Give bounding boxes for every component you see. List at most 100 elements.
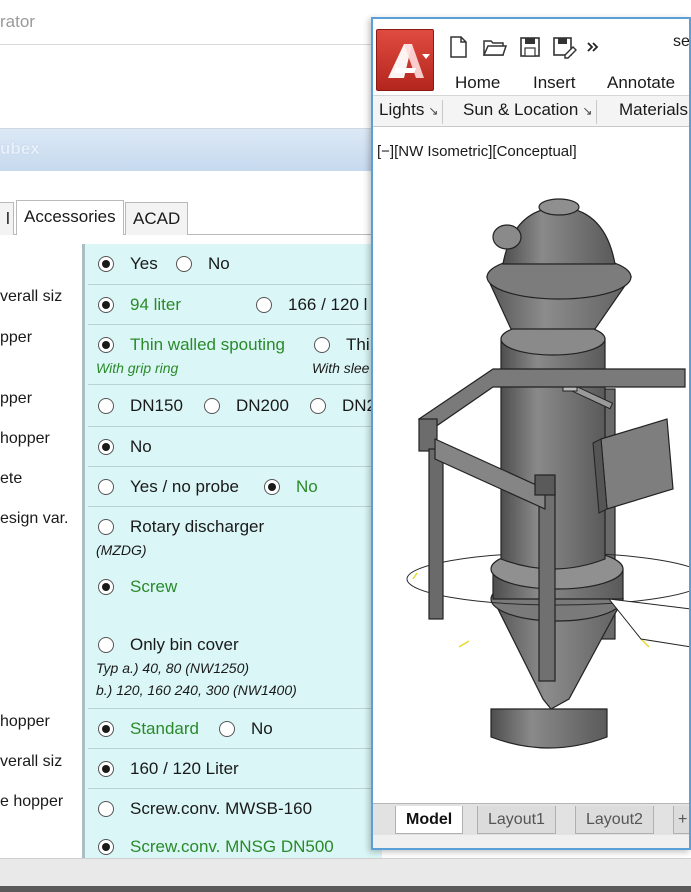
radio-mwsb-160[interactable] — [98, 801, 114, 817]
add-layout-button[interactable]: + — [673, 806, 689, 834]
option-label: No — [130, 437, 152, 456]
open-folder-icon[interactable] — [481, 33, 507, 61]
tab-home[interactable]: Home — [455, 73, 500, 93]
new-file-icon[interactable] — [445, 33, 471, 61]
frame-corner-block — [534, 474, 556, 496]
option-sublabel: With grip ring — [96, 360, 179, 376]
tab-acad[interactable]: ACAD — [125, 202, 188, 235]
option-label: 166 / 120 l — [288, 295, 368, 314]
tab-layout1[interactable]: Layout1 — [477, 806, 556, 834]
option-label: Yes / no probe — [130, 477, 240, 496]
option-row: DN150 DN200 DN2 — [88, 384, 382, 426]
window-title: rator — [0, 12, 35, 31]
base-plate — [607, 598, 689, 648]
autocad-logo-icon — [388, 44, 424, 78]
radio-no[interactable] — [98, 439, 114, 455]
option-row: Yes / no probe No — [88, 466, 382, 506]
frame-corner-block — [418, 418, 438, 452]
save-icon[interactable] — [517, 33, 543, 61]
option-label: No — [296, 477, 318, 496]
option-label: No — [208, 254, 230, 273]
tab-model[interactable]: Model — [395, 806, 464, 834]
option-label: Only bin cover — [130, 635, 239, 654]
more-icon[interactable] — [585, 33, 601, 61]
application-menu-button[interactable] — [376, 29, 434, 91]
option-row: 94 liter 166 / 120 l — [88, 284, 382, 324]
frame-leg — [428, 448, 444, 620]
layout-tabs: Model Layout1 Layout2 + — [373, 803, 689, 835]
side-nozzle — [492, 224, 522, 250]
option-label: 160 / 120 Liter — [130, 759, 239, 778]
option-row: Rotary discharger (MZDG) Screw Only bin … — [88, 506, 382, 708]
tab-accessories[interactable]: Accessories — [16, 200, 124, 235]
radio-thin-walled[interactable] — [98, 337, 114, 353]
ribbon-panel: Lights ↘ Sun & Location ↘ Materials — [373, 95, 689, 127]
radio-screw[interactable] — [98, 579, 114, 595]
row-label: e hopper — [0, 793, 64, 810]
radio-standard[interactable] — [98, 721, 114, 737]
radio-dn150[interactable] — [98, 398, 114, 414]
option-label: Screw — [130, 577, 178, 596]
materials-panel-button[interactable]: Materials — [615, 100, 689, 124]
document-title: se — [673, 33, 690, 50]
row-label: pper — [0, 390, 33, 407]
option-label: Standard — [130, 719, 199, 738]
option-label: Thin walled spouting — [130, 335, 285, 354]
row-label: ete — [0, 470, 23, 487]
viewport-controls-label[interactable]: [−][NW Isometric][Conceptual] — [377, 143, 577, 160]
radio-rotary-discharger[interactable] — [98, 519, 114, 535]
section-header-title: ubex — [0, 139, 40, 158]
row-label: verall siz — [0, 753, 63, 770]
radio-no[interactable] — [219, 721, 235, 737]
option-sublabel: Typ a.) 40, 80 (NW1250) — [96, 660, 250, 676]
radio-mnsg-dn500[interactable] — [98, 839, 114, 855]
option-label: Screw.conv. MWSB-160 — [130, 799, 313, 818]
grip-marker — [458, 640, 470, 648]
autocad-window: se Home Insert Annotate Lights ↘ Sun & Lo… — [371, 17, 691, 850]
save-as-icon[interactable] — [551, 33, 577, 61]
lights-label: Lights — [379, 100, 425, 119]
option-row: No — [88, 426, 382, 466]
grip-marker — [412, 572, 418, 580]
lights-panel-button[interactable]: Lights ↘ — [375, 100, 444, 124]
expand-arrow-icon: ↘ — [582, 104, 593, 118]
outlet-flange — [490, 708, 608, 749]
radio-166-120[interactable] — [256, 297, 272, 313]
radio-yes-no-probe[interactable] — [98, 479, 114, 495]
tab-layout2[interactable]: Layout2 — [575, 806, 654, 834]
dome-cap — [538, 198, 580, 216]
frame-leg — [538, 490, 556, 682]
option-label: No — [251, 719, 273, 738]
option-sublabel: With slee — [312, 360, 370, 376]
materials-label: Materials — [619, 100, 688, 119]
expand-arrow-icon: ↘ — [428, 104, 439, 118]
radio-dn2xx[interactable] — [310, 398, 326, 414]
chevron-down-icon — [422, 54, 430, 59]
option-label: Yes — [130, 254, 158, 273]
option-label: Thi — [346, 335, 370, 354]
sun-location-panel-button[interactable]: Sun & Location ↘ — [459, 100, 598, 124]
sun-location-label: Sun & Location — [463, 100, 579, 119]
radio-160-120-liter[interactable] — [98, 761, 114, 777]
model-viewport[interactable] — [373, 169, 691, 803]
radio-no[interactable] — [176, 256, 192, 272]
radio-yes[interactable] — [98, 256, 114, 272]
tab-annotate[interactable]: Annotate — [607, 73, 675, 93]
tab-insert[interactable]: Insert — [533, 73, 576, 93]
acad-status-bar — [373, 835, 689, 848]
option-label: DN150 — [130, 396, 183, 415]
radio-only-bin-cover[interactable] — [98, 637, 114, 653]
row-label: verall siz — [0, 288, 63, 305]
radio-94-liter[interactable] — [98, 297, 114, 313]
option-row: Standard No — [88, 708, 382, 748]
radio-thick-walled[interactable] — [314, 337, 330, 353]
row-label: pper — [0, 329, 33, 346]
tab-previous[interactable]: l — [0, 202, 14, 235]
option-row: Thin walled spouting With grip ring Thi … — [88, 324, 382, 384]
option-sublabel: (MZDG) — [96, 542, 147, 558]
radio-no[interactable] — [264, 479, 280, 495]
option-row: 160 / 120 Liter — [88, 748, 382, 788]
options-panel: Yes No 94 liter 166 / 120 l Thin walled … — [82, 244, 382, 858]
radio-dn200[interactable] — [204, 398, 220, 414]
row-label: hopper — [0, 713, 50, 730]
